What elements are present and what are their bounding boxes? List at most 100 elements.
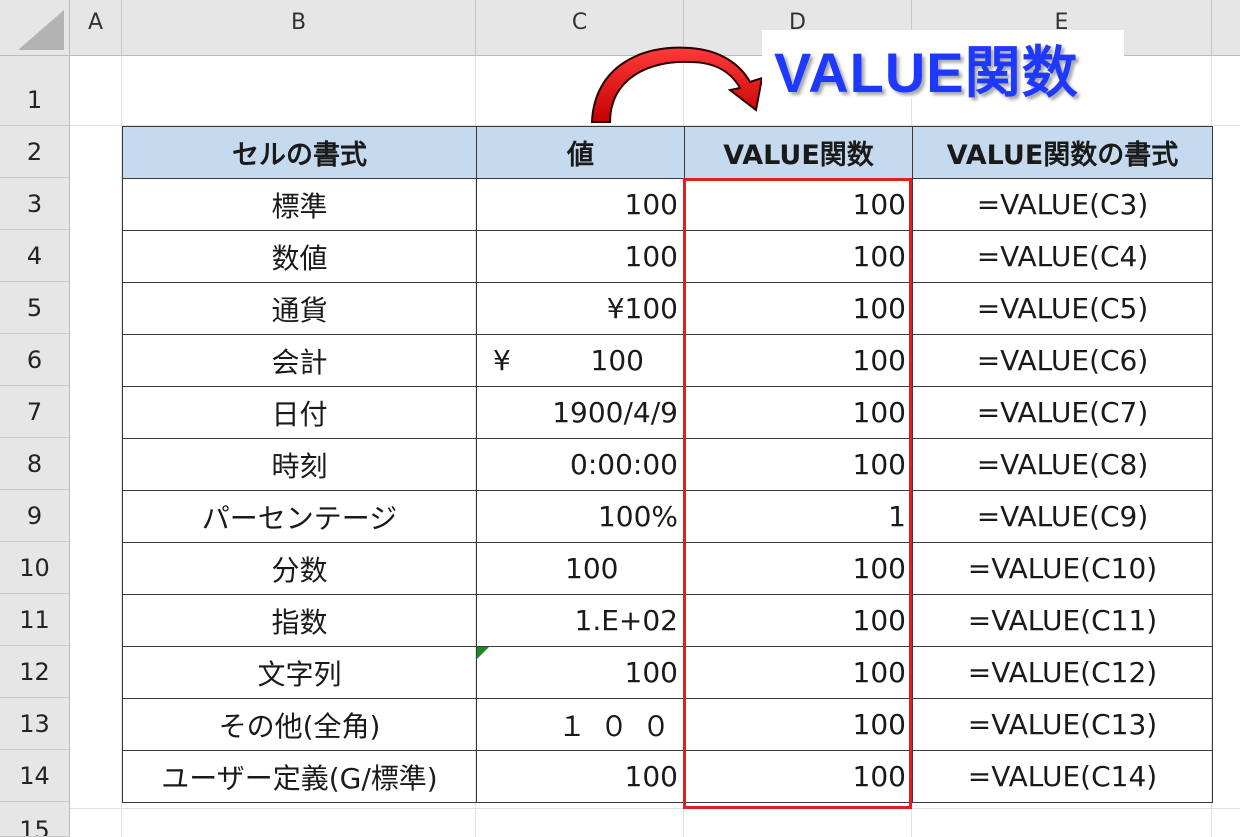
format-cell[interactable]: その他(全角) <box>122 698 477 751</box>
table-row: 時刻 0:00:00 100 =VALUE(C8) <box>122 438 1213 491</box>
format-cell[interactable]: 時刻 <box>122 438 477 491</box>
error-indicator-icon[interactable] <box>477 647 489 659</box>
format-cell[interactable]: パーセンテージ <box>122 490 477 543</box>
curved-arrow-icon <box>590 46 764 123</box>
formula-cell[interactable]: =VALUE(C13) <box>912 698 1213 751</box>
row-header-4[interactable]: 4 <box>0 230 70 282</box>
table-row: 標準 100 100 =VALUE(C3) <box>122 178 1213 231</box>
formula-cell[interactable]: =VALUE(C14) <box>912 750 1213 803</box>
formula-cell[interactable]: =VALUE(C7) <box>912 386 1213 439</box>
row-header-15[interactable]: 15 <box>0 802 70 837</box>
row-header-label: 10 <box>19 554 50 582</box>
select-all-button[interactable] <box>0 0 70 56</box>
formula-cell[interactable]: =VALUE(C6) <box>912 334 1213 387</box>
result-cell[interactable]: 1 <box>684 490 913 543</box>
column-header-a[interactable]: A <box>70 0 122 56</box>
format-cell[interactable]: 分数 <box>122 542 477 595</box>
table-row: 文字列 100 100 =VALUE(C12) <box>122 646 1213 699</box>
row-header-8[interactable]: 8 <box>0 438 70 490</box>
row-header-label: 9 <box>26 502 43 530</box>
header-cell-format[interactable]: セルの書式 <box>122 126 477 179</box>
format-cell[interactable]: 通貨 <box>122 282 477 335</box>
result-cell[interactable]: 100 <box>684 178 913 231</box>
result-cell[interactable]: 100 <box>684 334 913 387</box>
row-header-3[interactable]: 3 <box>0 178 70 230</box>
row-header-label: 6 <box>26 346 43 374</box>
row-header-label: 5 <box>26 294 43 322</box>
format-cell[interactable]: 日付 <box>122 386 477 439</box>
formula-cell[interactable]: =VALUE(C12) <box>912 646 1213 699</box>
table-row: 指数 1.E+02 100 =VALUE(C11) <box>122 594 1213 647</box>
header-cell-formula[interactable]: VALUE関数の書式 <box>912 126 1213 179</box>
result-cell[interactable]: 100 <box>684 542 913 595</box>
formula-cell[interactable]: =VALUE(C10) <box>912 542 1213 595</box>
column-header-next[interactable] <box>1212 0 1240 56</box>
format-cell[interactable]: 数値 <box>122 230 477 283</box>
value-cell[interactable]: 100 <box>476 646 685 699</box>
value-cell[interactable]: ¥ 100 <box>476 334 685 387</box>
format-cell[interactable]: 文字列 <box>122 646 477 699</box>
formula-cell[interactable]: =VALUE(C8) <box>912 438 1213 491</box>
format-cell[interactable]: 指数 <box>122 594 477 647</box>
value-cell[interactable]: ¥100 <box>476 282 685 335</box>
currency-symbol: ¥ <box>493 344 511 377</box>
table-header-row: セルの書式 値 VALUE関数 VALUE関数の書式 <box>122 126 1213 179</box>
value-cell[interactable]: 100% <box>476 490 685 543</box>
result-cell[interactable]: 100 <box>684 698 913 751</box>
value-cell[interactable]: 100 <box>476 230 685 283</box>
table-row: 通貨 ¥100 100 =VALUE(C5) <box>122 282 1213 335</box>
row-header-label: 7 <box>26 398 43 426</box>
row-header-label: 2 <box>26 138 43 166</box>
row-header-label: 4 <box>26 242 43 270</box>
row-header-11[interactable]: 11 <box>0 594 70 646</box>
data-table: セルの書式 値 VALUE関数 VALUE関数の書式 標準 100 100 =V… <box>122 126 1213 803</box>
formula-cell[interactable]: =VALUE(C5) <box>912 282 1213 335</box>
table-row: その他(全角) １００ 100 =VALUE(C13) <box>122 698 1213 751</box>
table-row: 分数 100 100 =VALUE(C10) <box>122 542 1213 595</box>
result-cell[interactable]: 100 <box>684 386 913 439</box>
row-header-label: 1 <box>26 86 43 114</box>
format-cell[interactable]: ユーザー定義(G/標準) <box>122 750 477 803</box>
row-header-1[interactable]: 1 <box>0 56 70 126</box>
formula-cell[interactable]: =VALUE(C9) <box>912 490 1213 543</box>
format-cell[interactable]: 標準 <box>122 178 477 231</box>
row-header-6[interactable]: 6 <box>0 334 70 386</box>
value-cell[interactable]: 100 <box>476 542 685 595</box>
formula-cell[interactable]: =VALUE(C3) <box>912 178 1213 231</box>
table-row: パーセンテージ 100% 1 =VALUE(C9) <box>122 490 1213 543</box>
result-cell[interactable]: 100 <box>684 438 913 491</box>
row-header-2[interactable]: 2 <box>0 126 70 178</box>
result-cell[interactable]: 100 <box>684 282 913 335</box>
row-header-10[interactable]: 10 <box>0 542 70 594</box>
result-cell[interactable]: 100 <box>684 646 913 699</box>
result-cell[interactable]: 100 <box>684 230 913 283</box>
result-cell[interactable]: 100 <box>684 594 913 647</box>
result-cell[interactable]: 100 <box>684 750 913 803</box>
header-cell-value[interactable]: 値 <box>476 126 685 179</box>
accounting-value: ¥ 100 <box>478 344 684 377</box>
row-header-9[interactable]: 9 <box>0 490 70 542</box>
gridline <box>70 808 1240 809</box>
row-header-13[interactable]: 13 <box>0 698 70 750</box>
table-row: 日付 1900/4/9 100 =VALUE(C7) <box>122 386 1213 439</box>
value-cell[interactable]: 0:00:00 <box>476 438 685 491</box>
column-header-b[interactable]: B <box>122 0 476 56</box>
format-cell[interactable]: 会計 <box>122 334 477 387</box>
row-header-label: 15 <box>19 816 50 837</box>
formula-cell[interactable]: =VALUE(C11) <box>912 594 1213 647</box>
row-header-14[interactable]: 14 <box>0 750 70 802</box>
row-header-label: 3 <box>26 190 43 218</box>
value-cell[interactable]: 100 <box>476 178 685 231</box>
value-cell[interactable]: 1900/4/9 <box>476 386 685 439</box>
value-cell[interactable]: １００ <box>476 698 685 751</box>
header-cell-value-function[interactable]: VALUE関数 <box>684 126 913 179</box>
row-header-5[interactable]: 5 <box>0 282 70 334</box>
value-cell[interactable]: 1.E+02 <box>476 594 685 647</box>
formula-cell[interactable]: =VALUE(C4) <box>912 230 1213 283</box>
row-header-label: 11 <box>19 606 50 634</box>
row-header-7[interactable]: 7 <box>0 386 70 438</box>
value-cell[interactable]: 100 <box>476 750 685 803</box>
page-title: VALUE関数 <box>774 41 1079 104</box>
row-header-label: 8 <box>26 450 43 478</box>
row-header-12[interactable]: 12 <box>0 646 70 698</box>
